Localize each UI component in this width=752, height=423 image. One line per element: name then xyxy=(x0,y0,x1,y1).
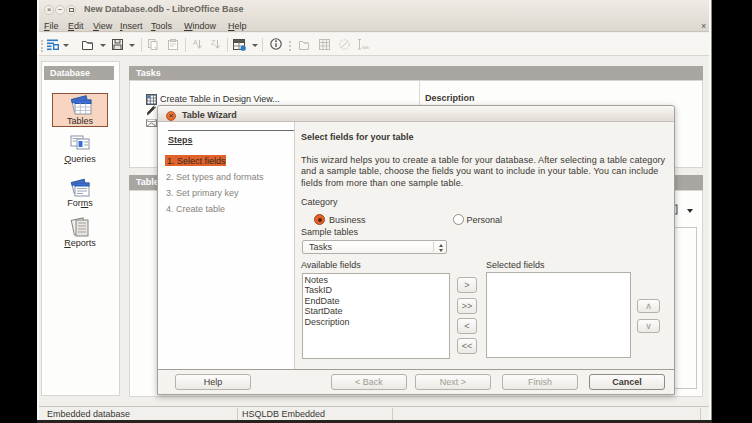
svg-text:A: A xyxy=(193,39,198,46)
svg-text:Z: Z xyxy=(211,39,216,46)
